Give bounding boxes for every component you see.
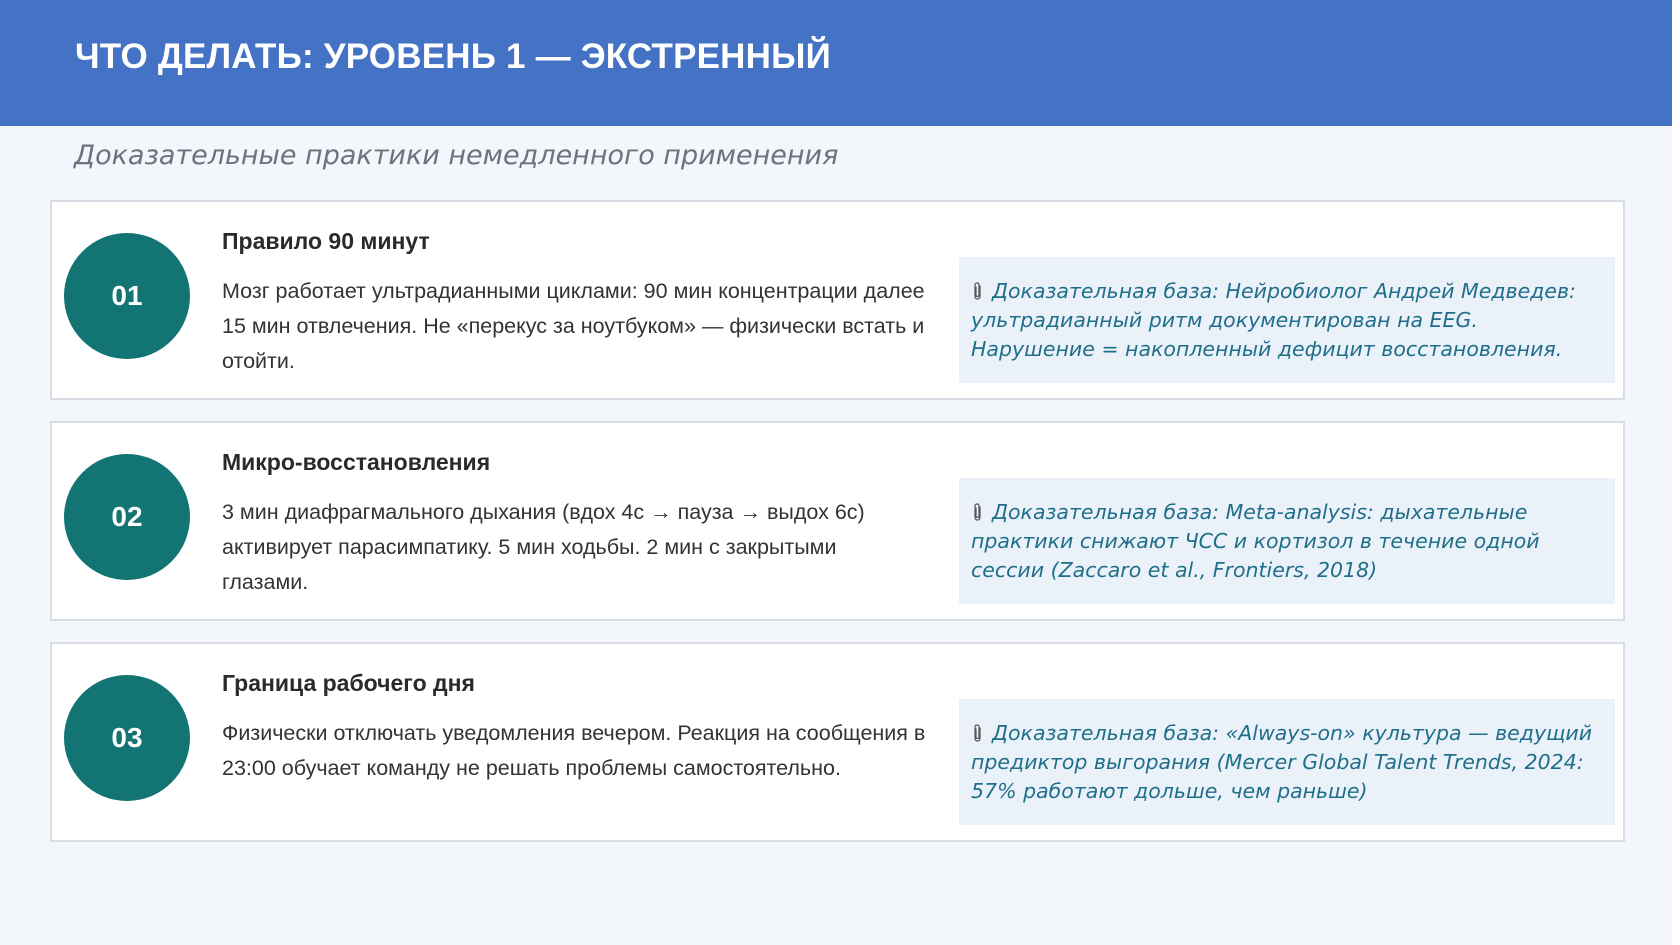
card-body: Физически отключать уведомления вечером.…	[222, 721, 926, 780]
evidence-box: Доказательная база: Нейробиолог Андрей М…	[959, 257, 1615, 383]
evidence-box: Доказательная база: Meta-analysis: дыхат…	[959, 478, 1615, 604]
evidence-text: Доказательная база: Meta-analysis: дыхат…	[971, 499, 1540, 582]
header-bar: ЧТО ДЕЛАТЬ: УРОВЕНЬ 1 — ЭКСТРЕННЫЙ	[0, 0, 1672, 126]
card-title: Микро-восстановления	[222, 449, 491, 475]
card-title: Правило 90 минут	[222, 228, 430, 254]
practice-card-2: 02 Микро-восстановления 3 мин диафрагмал…	[50, 421, 1625, 621]
evidence-text: Доказательная база: «Always-on» культура…	[971, 720, 1593, 803]
practice-card-1: 01 Правило 90 минут Мозг работает ультра…	[50, 200, 1625, 400]
slide: ЧТО ДЕЛАТЬ: УРОВЕНЬ 1 — ЭКСТРЕННЫЙ Доказ…	[0, 0, 1672, 945]
page-subtitle: Доказательные практики немедленного прим…	[74, 140, 839, 171]
evidence-content: Доказательная база: Meta-analysis: дыхат…	[971, 498, 1603, 585]
paperclip-icon	[974, 281, 981, 300]
evidence-content: Доказательная база: «Always-on» культура…	[971, 719, 1603, 806]
step-number-badge: 02	[64, 454, 190, 580]
evidence-box: Доказательная база: «Always-on» культура…	[959, 699, 1615, 825]
evidence-text: Доказательная база: Нейробиолог Андрей М…	[971, 278, 1576, 361]
paperclip-icon	[974, 723, 981, 742]
card-title: Граница рабочего дня	[222, 670, 475, 696]
practice-card-3: 03 Граница рабочего дня Физически отключ…	[50, 642, 1625, 842]
step-number-badge: 01	[64, 233, 190, 359]
page-title: ЧТО ДЕЛАТЬ: УРОВЕНЬ 1 — ЭКСТРЕННЫЙ	[75, 37, 831, 76]
evidence-content: Доказательная база: Нейробиолог Андрей М…	[971, 277, 1603, 364]
card-body: Мозг работает ультрадианными циклами: 90…	[222, 279, 925, 373]
paperclip-icon	[974, 502, 981, 521]
step-number-badge: 03	[64, 675, 190, 801]
card-body: 3 мин диафрагмального дыхания (вдох 4с →…	[222, 500, 865, 594]
